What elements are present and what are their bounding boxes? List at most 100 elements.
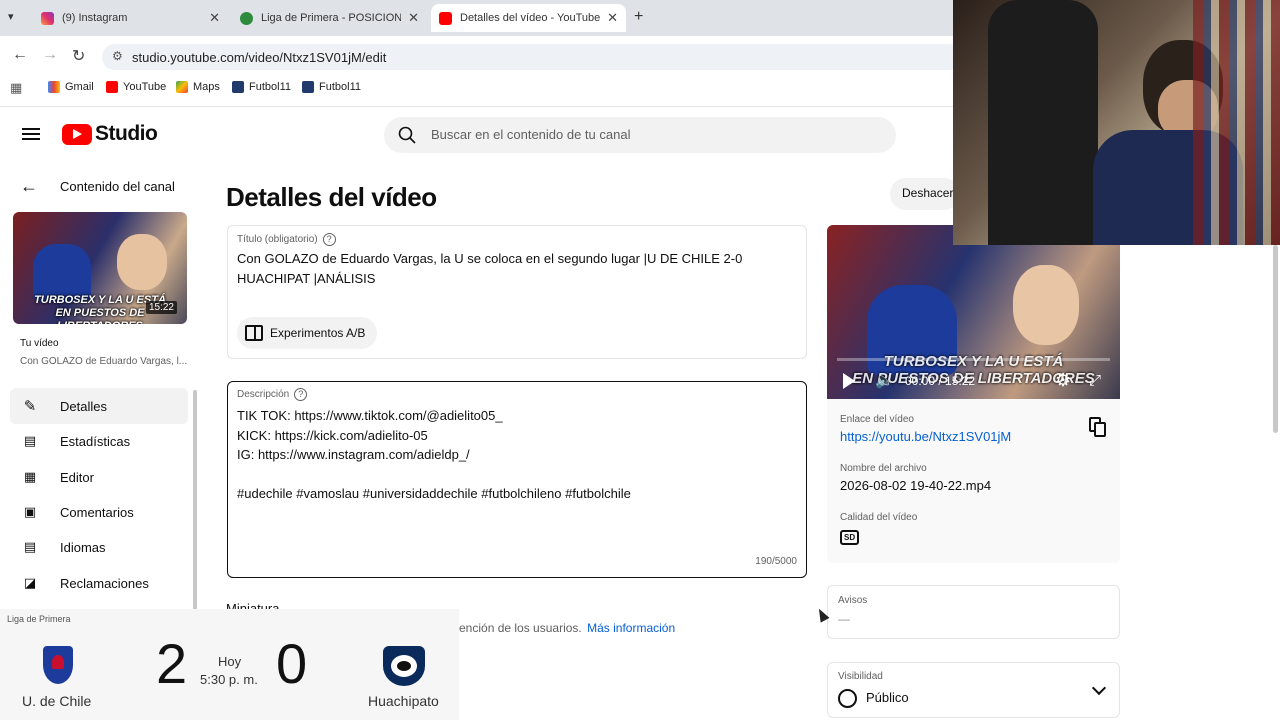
tab-list-dropdown-icon[interactable]: ▾ <box>8 10 14 23</box>
bookmark-gmail[interactable]: Gmail <box>48 81 94 93</box>
visibility-label: Visibilidad <box>838 671 883 682</box>
description-line <box>237 465 797 485</box>
away-score: 0 <box>276 632 308 695</box>
chevron-down-icon[interactable] <box>1091 680 1107 696</box>
league-name: Liga de Primera <box>7 614 71 624</box>
film-icon: ▦ <box>23 469 37 484</box>
site-info-icon[interactable]: ⚙ <box>112 49 123 63</box>
sidebar-scrollbar[interactable] <box>193 390 197 610</box>
sidebar-item-analytics[interactable]: ▤ Estadísticas <box>10 423 188 459</box>
title-field-value[interactable]: Con GOLAZO de Eduardo Vargas, la U se co… <box>237 249 782 289</box>
ab-test-label: Experimentos A/B <box>270 326 366 340</box>
thumb-duration: 15:22 <box>145 301 177 314</box>
bookmark-label: Maps <box>193 81 220 93</box>
title-field-label: Título (obligatorio) <box>237 234 318 245</box>
youtube-icon <box>106 81 118 93</box>
sidebar-item-languages[interactable]: ▤ Idiomas <box>10 529 188 565</box>
reload-icon[interactable]: ↻ <box>72 46 85 66</box>
tab-instagram[interactable]: (9) Instagram ✕ <box>33 4 228 32</box>
sidebar-item-details[interactable]: ✎ Detalles <box>10 388 188 424</box>
webcam-overlay <box>953 0 1280 245</box>
ab-test-button[interactable]: Experimentos A/B <box>237 317 378 349</box>
sidebar-item-label: Idiomas <box>60 539 106 555</box>
pencil-icon: ✎ <box>23 398 37 415</box>
bookmark-youtube[interactable]: YouTube <box>106 81 166 93</box>
back-arrow-icon[interactable]: ← <box>12 46 28 64</box>
bookmark-maps[interactable]: Maps <box>176 81 220 93</box>
undo-button[interactable]: Deshacer <box>890 178 960 210</box>
more-info-link[interactable]: Más información <box>587 621 675 635</box>
fullscreen-icon[interactable]: ⤢ <box>1089 372 1101 389</box>
undo-button-label: Deshacer <box>902 186 954 200</box>
help-icon[interactable]: ? <box>322 233 336 246</box>
player-face <box>1013 265 1079 345</box>
studio-logo[interactable]: Studio <box>62 122 158 146</box>
close-tab-icon[interactable]: ✕ <box>408 10 419 26</box>
title-field-label-row: Título (obligatorio) ? <box>237 233 336 246</box>
futbol11-icon <box>232 81 244 93</box>
copyright-icon: ◪ <box>23 575 37 590</box>
video-link[interactable]: https://youtu.be/Ntxz1SV01jM <box>840 429 1011 444</box>
youtube-icon <box>439 11 452 25</box>
tab-title: Liga de Primera - POSICIONES, <box>261 12 401 24</box>
away-team-name: Huachipato <box>368 693 439 709</box>
new-tab-icon[interactable]: + <box>634 8 643 26</box>
bookmark-futbol11-2[interactable]: Futbol11 <box>302 81 361 93</box>
comment-icon: ▣ <box>23 504 37 519</box>
sidebar-item-label: Estadísticas <box>60 433 131 449</box>
tab-youtube-studio[interactable]: Detalles del vídeo - YouTube St ✕ <box>431 4 626 32</box>
channel-content-link[interactable]: Contenido del canal <box>60 179 175 194</box>
bookmark-label: Futbol11 <box>249 81 291 93</box>
description-label-row: Descripción ? <box>237 388 308 401</box>
youtube-play-icon <box>62 123 92 145</box>
close-tab-icon[interactable]: ✕ <box>209 10 220 26</box>
your-video-title: Con GOLAZO de Eduardo Vargas, l... <box>20 356 188 367</box>
match-day: Hoy <box>218 654 242 669</box>
address-bar[interactable]: ⚙ studio.youtube.com/video/Ntxz1SV01jM/e… <box>102 44 962 70</box>
player-progress-bar[interactable] <box>837 358 1110 361</box>
bookmarks-bar: ▦ Gmail YouTube Maps Futbol11 Futbol11 <box>0 76 955 100</box>
sidebar-item-comments[interactable]: ▣ Comentarios <box>10 494 188 530</box>
page-scrollbar[interactable] <box>1273 245 1278 433</box>
visibility-select[interactable]: Visibilidad Público <box>827 662 1120 718</box>
apps-grid-icon[interactable]: ▦ <box>10 80 22 96</box>
scoreboard-overlay: Liga de Primera U. de Chile 2 Hoy 5:30 p… <box>0 609 459 720</box>
description-label: Descripción <box>237 389 290 400</box>
webcam-chair <box>988 0 1098 245</box>
globe-icon <box>838 689 857 708</box>
play-icon[interactable] <box>843 373 855 389</box>
thumbnail-help-text: ención de los usuarios. Más información <box>459 621 675 635</box>
title-field[interactable]: Título (obligatorio) ? Con GOLAZO de Edu… <box>227 225 807 359</box>
studio-logo-text: Studio <box>95 122 158 145</box>
sidebar-item-label: Reclamaciones <box>60 575 149 591</box>
back-arrow-icon[interactable]: ← <box>20 176 38 197</box>
channel-search-input[interactable]: Buscar en el contenido de tu canal <box>384 117 896 153</box>
description-line: #udechile #vamoslau #universidaddechile … <box>237 486 631 501</box>
gmail-icon <box>48 81 60 93</box>
close-tab-icon[interactable]: ✕ <box>607 10 618 26</box>
settings-gear-icon[interactable]: ⚙ <box>1055 370 1071 391</box>
bookmark-label: YouTube <box>123 81 167 93</box>
subtitles-icon: ▤ <box>23 539 37 554</box>
description-text[interactable]: TIK TOK: https://www.tiktok.com/@adielit… <box>237 406 797 504</box>
sidebar-item-label: Editor <box>60 469 94 485</box>
description-field[interactable]: Descripción ? TIK TOK: https://www.tikto… <box>227 381 807 578</box>
visibility-value: Público <box>866 690 909 705</box>
help-icon[interactable]: ? <box>294 388 308 401</box>
video-player[interactable]: TURBOSEX Y LA U ESTÁ EN PUESTOS DE LIBER… <box>827 225 1120 399</box>
analytics-icon: ▤ <box>23 433 37 448</box>
forward-arrow-icon[interactable]: → <box>42 46 58 64</box>
search-placeholder: Buscar en el contenido de tu canal <box>431 127 631 142</box>
sidebar-item-editor[interactable]: ▦ Editor <box>10 459 188 495</box>
video-link-label: Enlace del vídeo <box>840 414 914 425</box>
sd-quality-badge: SD <box>840 530 860 545</box>
sidebar-video-thumbnail[interactable]: TURBOSEX Y LA U ESTÁ EN PUESTOS DE LIBER… <box>13 212 187 324</box>
page-title: Detalles del vídeo <box>226 182 437 212</box>
bookmark-futbol11[interactable]: Futbol11 <box>232 81 291 93</box>
volume-icon[interactable]: 🔈 <box>875 371 894 389</box>
notices-value: — <box>838 612 850 626</box>
ab-test-icon <box>245 325 263 341</box>
tab-liga-primera[interactable]: Liga de Primera - POSICIONES, ✕ <box>232 4 427 32</box>
sidebar-item-claims[interactable]: ◪ Reclamaciones <box>10 565 188 601</box>
hamburger-menu-icon[interactable] <box>22 125 40 143</box>
